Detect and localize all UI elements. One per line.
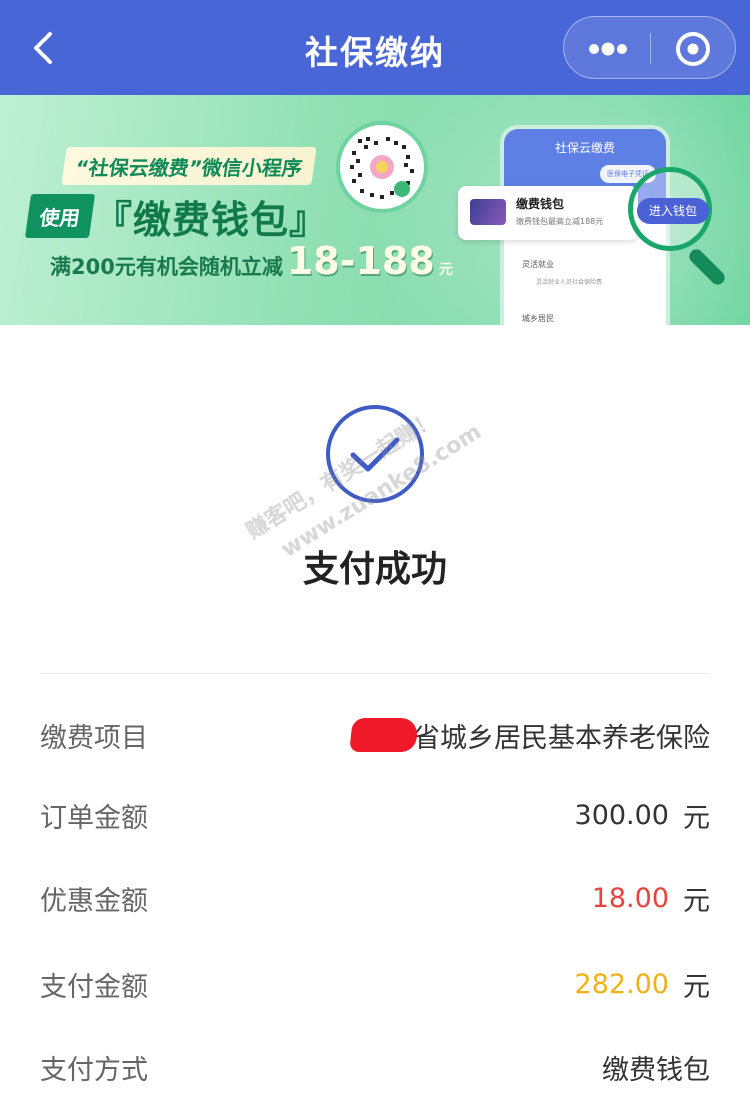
banner-wallet-title: 『缴费钱包』 — [94, 197, 329, 242]
banner-promo-unit: 元 — [438, 262, 453, 278]
banner-use-row: 使用 『缴费钱包』 — [24, 191, 329, 242]
banner-promo-amount: 18-188 — [286, 239, 435, 283]
target-circle-icon — [676, 32, 710, 66]
promo-banner[interactable]: “社保云缴费”微信小程序 使用 『缴费钱包』 满200元有机会随机立减 18-1… — [0, 95, 750, 325]
detail-value-text: 省城乡居民基本养老保险 — [413, 722, 710, 754]
banner-use-label: 使用 — [24, 194, 96, 238]
phone-row-flexible-sub: 灵活就业人员社会保险费 — [536, 279, 603, 286]
detail-row-item: 缴费项目 省城乡居民基本养老保险 — [40, 710, 710, 760]
detail-value: 缴费钱包 — [602, 1048, 710, 1087]
detail-value-text: 缴费钱包 — [602, 1054, 710, 1086]
phone-row-resident: 城乡居民 — [522, 314, 554, 323]
detail-value: 18.00 元 — [592, 879, 710, 918]
detail-value-text: 18.00 — [591, 882, 669, 914]
phone-row-flexible: 灵活就业 — [522, 260, 554, 269]
wallet-card-title: 缴费钱包 — [516, 197, 565, 211]
detail-value-text: 282.00 — [574, 968, 669, 1000]
divider — [40, 673, 710, 674]
qr-code-icon — [350, 137, 414, 199]
enter-wallet-button: 进入钱包 — [637, 198, 709, 224]
detail-row-paid-amount: 支付金额 282.00 元 — [40, 959, 710, 1009]
card-icon — [470, 199, 506, 225]
detail-label: 订单金额 — [40, 802, 148, 834]
detail-value: 300.00 元 — [575, 796, 710, 835]
more-button[interactable] — [564, 17, 650, 80]
detail-row-payment-method: 支付方式 缴费钱包 — [40, 1042, 710, 1092]
more-dots-icon — [589, 42, 627, 56]
banner-promo-row: 满200元有机会随机立减 18-188 元 — [50, 239, 453, 283]
mini-program-capsule — [563, 16, 736, 79]
detail-label: 缴费项目 — [40, 722, 148, 754]
banner-tagline: “社保云缴费”微信小程序 — [61, 147, 317, 185]
detail-unit: 元 — [683, 971, 710, 1003]
detail-unit: 元 — [683, 802, 710, 834]
redaction-mark — [349, 718, 419, 752]
detail-value: 282.00 元 — [575, 965, 710, 1004]
detail-row-order-amount: 订单金额 300.00 元 — [40, 790, 710, 840]
wallet-card-sub: 缴费钱包最高立减188元 — [516, 217, 604, 226]
detail-label: 优惠金额 — [40, 885, 148, 917]
mini-program-code — [336, 121, 428, 213]
detail-unit: 元 — [683, 885, 710, 917]
detail-label: 支付方式 — [40, 1054, 148, 1086]
detail-row-discount: 优惠金额 18.00 元 — [40, 873, 710, 923]
wallet-card: 缴费钱包 缴费钱包最高立减188元 — [458, 186, 638, 240]
detail-value: 省城乡居民基本养老保险 — [349, 716, 710, 755]
banner-promo-text: 满200元有机会随机立减 — [50, 255, 283, 279]
nav-bar: 社保缴纳 — [0, 0, 750, 95]
detail-label: 支付金额 — [40, 971, 148, 1003]
close-button[interactable] — [651, 17, 737, 80]
payment-status: 支付成功 — [302, 549, 447, 590]
check-circle-icon — [325, 404, 425, 504]
detail-value-text: 300.00 — [574, 799, 669, 831]
